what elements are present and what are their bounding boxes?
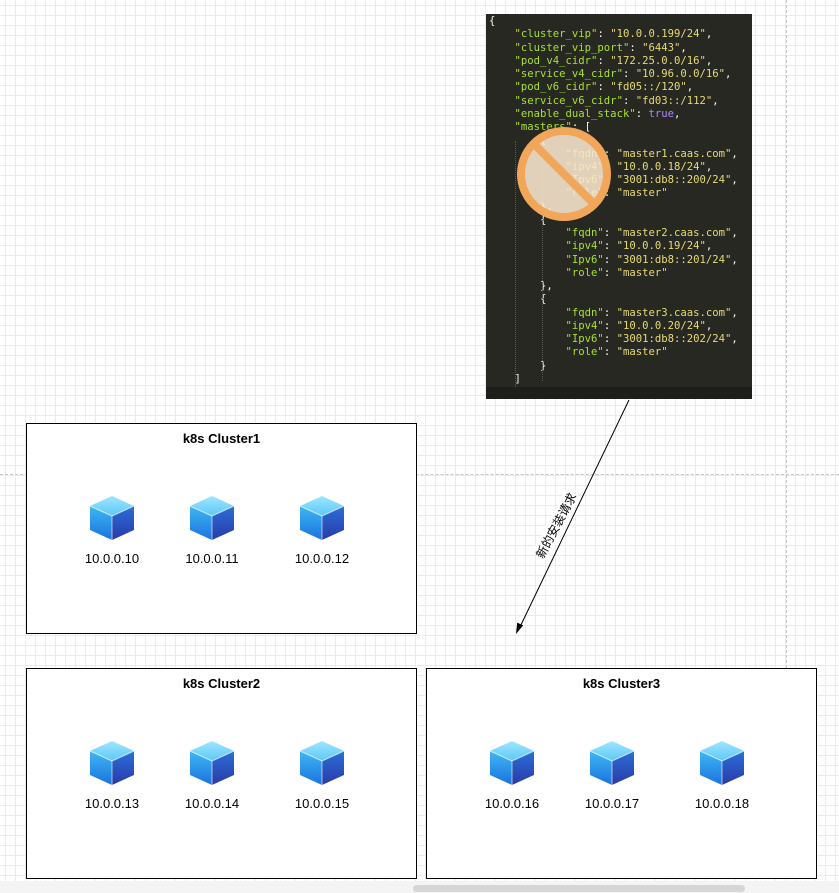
node-ip: 10.0.0.13 — [84, 796, 140, 811]
server-cube-icon — [488, 739, 536, 787]
node: 10.0.0.17 — [572, 739, 652, 811]
code-panel-footer — [486, 387, 752, 399]
server-cube-icon — [188, 739, 236, 787]
node-ip: 10.0.0.14 — [184, 796, 240, 811]
node: 10.0.0.16 — [472, 739, 552, 811]
code-line: "fqdn": "master3.caas.com", — [565, 306, 738, 319]
server-cube-icon — [698, 739, 746, 787]
node-ip: 10.0.0.10 — [84, 551, 140, 566]
cluster-title: k8s Cluster3 — [582, 676, 661, 691]
node: 10.0.0.14 — [172, 739, 252, 811]
code-line: "ipv4": "10.0.0.19/24", — [565, 240, 713, 253]
node: 10.0.0.12 — [282, 494, 362, 566]
code-line: "enable_dual_stack": true, — [514, 107, 681, 120]
code-line: "pod_v4_cidr": "172.25.0.0/16", — [514, 54, 713, 67]
code-line: ] — [489, 372, 521, 385]
node-ip: 10.0.0.11 — [185, 551, 239, 566]
code-line: "cluster_vip_port": "6443", — [514, 41, 687, 54]
code-line: { — [489, 293, 547, 306]
code-line: "Ipv6": "3001:db8::202/24", — [565, 333, 738, 345]
code-line: "service_v4_cidr": "10.96.0.0/16", — [514, 68, 732, 80]
node-ip: 10.0.0.15 — [294, 796, 350, 811]
cluster-title: k8s Cluster2 — [182, 676, 261, 691]
server-cube-icon — [188, 494, 236, 542]
code-line: "pod_v6_cidr": "fd05::/120", — [514, 81, 694, 94]
server-cube-icon — [588, 739, 636, 787]
code-line: "cluster_vip": "10.0.0.199/24", — [514, 28, 713, 41]
code-line: { — [489, 15, 496, 27]
node: 10.0.0.18 — [682, 739, 762, 811]
node: 10.0.0.13 — [72, 739, 152, 811]
node-ip: 10.0.0.12 — [294, 551, 350, 566]
code-line: "Ipv6": "3001:db8::201/24", — [565, 253, 738, 266]
node: 10.0.0.10 — [72, 494, 152, 566]
cluster-box-3: k8s Cluster3 10.0.0.16 10.0.0.17 10.0.0.… — [426, 668, 817, 879]
node: 10.0.0.15 — [282, 739, 362, 811]
grid-guide-vertical — [786, 0, 787, 668]
node: 10.0.0.11 — [172, 494, 252, 566]
code-line: }, — [489, 280, 553, 292]
node-ip: 10.0.0.16 — [484, 796, 540, 811]
server-cube-icon — [298, 494, 346, 542]
code-line: "ipv4": "10.0.0.20/24", — [565, 319, 713, 332]
arrow-label: 新的安装请求 — [531, 489, 581, 562]
cluster-title: k8s Cluster1 — [182, 431, 261, 446]
server-cube-icon — [88, 494, 136, 542]
node-ip: 10.0.0.17 — [584, 796, 640, 811]
code-line: "fqdn": "master2.caas.com", — [565, 227, 738, 239]
server-cube-icon — [88, 739, 136, 787]
code-line: } — [489, 359, 547, 372]
cluster-box-2: k8s Cluster2 10.0.0.13 10.0.0.14 10.0.0.… — [26, 668, 417, 879]
horizontal-scrollbar-thumb[interactable] — [413, 885, 745, 892]
prohibited-icon — [517, 127, 611, 221]
server-cube-icon — [298, 739, 346, 787]
cluster-box-1: k8s Cluster1 10.0.0.10 10.0.0.11 10.0.0.… — [26, 423, 417, 634]
code-line: "service_v6_cidr": "fd03::/112", — [514, 94, 719, 107]
node-ip: 10.0.0.18 — [694, 796, 750, 811]
